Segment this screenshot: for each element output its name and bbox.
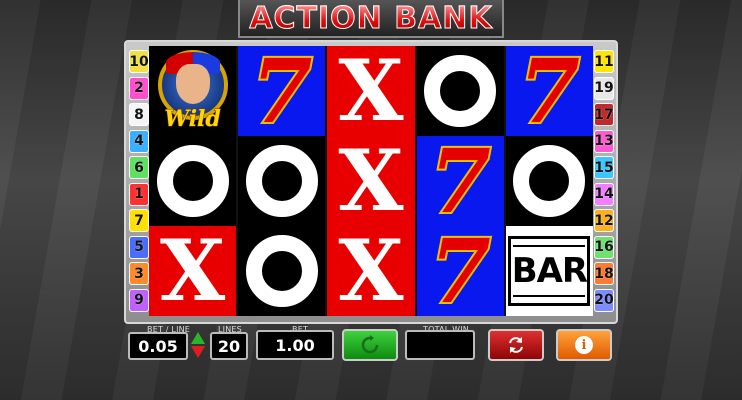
o-symbol bbox=[245, 235, 318, 307]
autoplay-button[interactable] bbox=[488, 329, 544, 361]
payline-indicator-right[interactable]: 18 bbox=[594, 262, 614, 286]
bet-per-line-display: 0.05 bbox=[128, 332, 188, 360]
reel-cell: BAR bbox=[505, 226, 594, 316]
payline-indicator-right[interactable]: 14 bbox=[594, 182, 614, 206]
reel-cell: X bbox=[327, 226, 415, 316]
payline-indicator-left[interactable]: 3 bbox=[129, 262, 149, 286]
payline-indicator-right[interactable]: 11 bbox=[594, 50, 614, 73]
wild-symbol: Wild bbox=[152, 50, 234, 133]
x-symbol: X bbox=[160, 226, 226, 316]
payline-indicator-right[interactable]: 13 bbox=[594, 129, 614, 153]
payline-indicator-right[interactable]: 16 bbox=[594, 235, 614, 259]
reel-cell bbox=[416, 46, 504, 136]
reel-cell bbox=[149, 136, 237, 226]
reel-cell: X bbox=[149, 226, 237, 316]
bar-symbol: BAR bbox=[508, 236, 591, 306]
title-plate: ACTION BANK bbox=[238, 0, 504, 38]
payline-indicators-left: 10 2 8 4 6 1 7 5 3 9 bbox=[129, 50, 149, 312]
bar-symbol-text: BAR bbox=[511, 251, 588, 291]
payline-indicator-left[interactable]: 1 bbox=[129, 182, 149, 206]
payline-indicator-right[interactable]: 20 bbox=[594, 288, 614, 312]
o-symbol bbox=[513, 145, 586, 217]
o-symbol bbox=[156, 145, 229, 217]
reel-1: Wild X bbox=[149, 46, 237, 316]
seven-symbol: 7 bbox=[428, 226, 493, 316]
payline-indicator-left[interactable]: 7 bbox=[129, 209, 149, 233]
seven-symbol: 7 bbox=[428, 136, 493, 226]
reel-2: 7 bbox=[238, 46, 326, 316]
reel-cell: 7 bbox=[416, 226, 504, 316]
info-icon: i bbox=[575, 336, 593, 354]
reel-4: 77 bbox=[416, 46, 504, 316]
reel-cell: 7 bbox=[505, 46, 594, 136]
bet-decrease-icon[interactable] bbox=[191, 346, 205, 358]
reel-cell bbox=[238, 226, 326, 316]
reel-3: XXX bbox=[327, 46, 415, 316]
seven-symbol: 7 bbox=[517, 46, 582, 136]
autoplay-icon bbox=[509, 337, 523, 353]
bet-per-line-value: 0.05 bbox=[138, 336, 178, 356]
game-title: ACTION BANK bbox=[249, 0, 493, 36]
info-button[interactable]: i bbox=[556, 329, 612, 361]
payline-indicators-right: 11 19 17 13 15 14 12 16 18 20 bbox=[594, 50, 614, 312]
seven-symbol: 7 bbox=[249, 46, 314, 136]
x-symbol: X bbox=[338, 136, 404, 226]
bet-stepper[interactable] bbox=[190, 329, 206, 361]
x-symbol: X bbox=[338, 226, 404, 316]
reel-grid: Wild X 7 X X X 7 7 7 BAR bbox=[149, 46, 594, 316]
payline-indicator-right[interactable]: 15 bbox=[594, 156, 614, 180]
bet-increase-icon[interactable] bbox=[191, 332, 205, 344]
reel-cell bbox=[238, 136, 326, 226]
payline-indicator-right[interactable]: 19 bbox=[594, 76, 614, 100]
payline-indicator-right[interactable]: 17 bbox=[594, 103, 614, 127]
lines-value: 20 bbox=[217, 336, 241, 356]
payline-indicator-left[interactable]: 5 bbox=[129, 235, 149, 259]
payline-indicator-left[interactable]: 2 bbox=[129, 76, 149, 100]
refresh-icon bbox=[361, 335, 379, 354]
total-win-display bbox=[405, 330, 475, 360]
bet-value: 1.00 bbox=[275, 335, 315, 355]
reel-5: 7 BAR bbox=[505, 46, 594, 316]
payline-indicator-left[interactable]: 8 bbox=[129, 103, 149, 127]
payline-indicator-left[interactable]: 4 bbox=[129, 129, 149, 153]
reel-cell: 7 bbox=[416, 136, 504, 226]
jester-face-icon bbox=[175, 64, 210, 104]
reel-cell bbox=[505, 136, 594, 226]
reel-cell: 7 bbox=[238, 46, 326, 136]
x-symbol: X bbox=[338, 46, 404, 136]
payline-indicator-left[interactable]: 10 bbox=[129, 50, 149, 73]
lines-display: 20 bbox=[210, 332, 248, 360]
reel-cell: X bbox=[327, 46, 415, 136]
o-symbol bbox=[245, 145, 318, 217]
bet-display: 1.00 bbox=[256, 330, 334, 360]
spin-button[interactable] bbox=[342, 329, 398, 361]
reel-cell: Wild bbox=[149, 46, 237, 136]
wild-label: Wild bbox=[164, 106, 221, 133]
payline-indicator-left[interactable]: 9 bbox=[129, 288, 149, 312]
reel-cell: X bbox=[327, 136, 415, 226]
payline-indicator-right[interactable]: 12 bbox=[594, 209, 614, 233]
payline-indicator-left[interactable]: 6 bbox=[129, 156, 149, 180]
o-symbol bbox=[424, 55, 497, 127]
